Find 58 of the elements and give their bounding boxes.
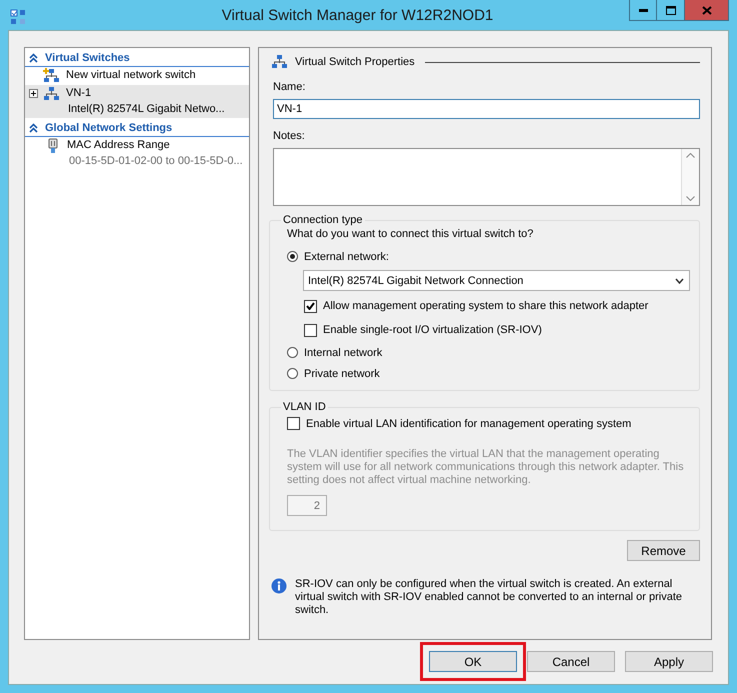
minimize-button[interactable]	[629, 0, 657, 21]
section-title: Virtual Switch Properties	[295, 56, 415, 68]
window-title: Virtual Switch Manager for W12R2NOD1	[220, 6, 494, 24]
close-button[interactable]	[685, 0, 729, 21]
app-icon	[10, 9, 26, 25]
plug-icon	[48, 138, 58, 154]
network-switch-icon	[271, 54, 289, 70]
tree-item[interactable]: VN-1 Intel(R) 82574L Gigabit Netwo...	[25, 85, 249, 118]
remove-button[interactable]: Remove	[627, 540, 700, 561]
checkbox-label[interactable]: Enable single-root I/O virtualization (SR-IOV)	[323, 324, 542, 336]
radio-button[interactable]	[287, 347, 298, 358]
radio-button[interactable]	[287, 368, 298, 379]
switch-name: VN-1	[66, 86, 92, 101]
item-label: New virtual network switch	[66, 68, 196, 83]
field-label: Notes:	[273, 129, 306, 143]
address-range: 00-15-5D-01-02-00 to 00-15-5D-0...	[68, 154, 243, 169]
checkbox-label[interactable]: Allow management operating system to share this network adapter	[323, 300, 648, 312]
checkbox[interactable]	[304, 300, 317, 312]
info-text: SR-IOV can only be configured when the virtual switch is created. An external virtual switch with SR-IOV enabled cannot be converted to an internal or private switch.	[295, 578, 684, 617]
tree-item[interactable]: MAC Address Range 00-15-5D-01-02-00 to 00-15-5D-0...	[25, 137, 249, 170]
adapter-name: Intel(R) 82574L Gigabit Netwo...	[67, 102, 225, 117]
radio-label[interactable]: External network:	[304, 250, 389, 262]
check-icon	[306, 302, 315, 310]
dialog-button[interactable]: Cancel	[527, 651, 615, 672]
collapse-icon	[29, 52, 38, 62]
section-title: Virtual Switches	[45, 52, 130, 64]
minimize-icon	[638, 8, 648, 12]
adapter-dropdown[interactable]: Intel(R) 82574L Gigabit Network Connection	[303, 270, 690, 291]
checkbox[interactable]	[304, 324, 317, 336]
scroll-down-icon	[686, 196, 695, 201]
name-field[interactable]: VN-1	[273, 99, 700, 119]
radio-label[interactable]: Internal network	[304, 346, 382, 358]
network-switch-icon	[43, 86, 61, 102]
close-icon	[702, 6, 712, 14]
description-text: The VLAN identifier specifies the virtual LAN that the management operating system will use for all network communications through this network adapter. This setting does not affect virtual machine networking.	[287, 448, 685, 487]
dialog-button[interactable]: OK	[429, 651, 517, 672]
maximize-button[interactable]	[657, 0, 685, 21]
dialog-button[interactable]: Apply	[625, 651, 713, 672]
scroll-up-icon	[686, 153, 695, 158]
item-label: MAC Address Range	[67, 138, 171, 153]
info-icon	[271, 578, 287, 594]
radio-button[interactable]	[287, 251, 298, 262]
section-header[interactable]: Virtual Switches	[25, 49, 249, 67]
radio-label[interactable]: Private network	[304, 368, 380, 380]
network-switch-icon	[43, 68, 61, 84]
collapse-icon	[29, 122, 38, 132]
field-label: Name:	[273, 80, 306, 94]
notes-field[interactable]	[273, 148, 700, 206]
maximize-icon	[666, 6, 676, 14]
section-title: Global Network Settings	[45, 122, 172, 134]
group-title: Connection type	[282, 214, 364, 226]
scrollbar[interactable]	[681, 149, 699, 205]
tree-item[interactable]: New virtual network switch	[25, 67, 249, 85]
section-header[interactable]: Global Network Settings	[25, 119, 249, 137]
group-title: VLAN ID	[282, 401, 327, 413]
expand-icon	[29, 89, 38, 98]
dropdown-caret-icon	[675, 278, 684, 284]
question-text: What do you want to connect this virtual switch to?	[287, 228, 534, 240]
